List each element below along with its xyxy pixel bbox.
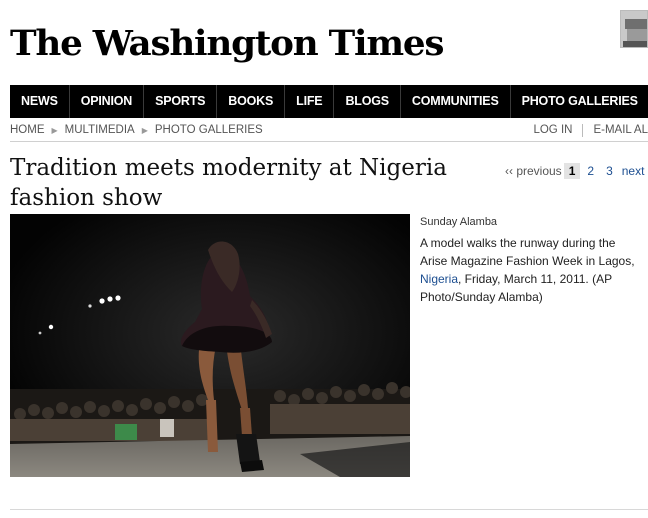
caption-text-before: A model walks the runway during the Aris…: [420, 236, 635, 268]
breadcrumb-photo-galleries[interactable]: PHOTO GALLERIES: [155, 124, 263, 136]
breadcrumb: HOME ▶ MULTIMEDIA ▶ PHOTO GALLERIES: [10, 124, 263, 136]
photo-credit: Sunday Alamba: [420, 216, 498, 228]
nav-item-communities[interactable]: COMMUNITIES: [401, 85, 511, 118]
nav-item-sports[interactable]: SPORTS: [144, 85, 218, 118]
nigeria-link[interactable]: Nigeria: [420, 272, 458, 286]
triangle-right-icon: ▶: [141, 125, 148, 135]
page-link-3[interactable]: 3: [601, 163, 618, 179]
nav-item-books[interactable]: BOOKS: [217, 85, 286, 118]
nav-item-life[interactable]: LIFE: [285, 85, 335, 118]
caption-text: A model walks the runway during the Aris…: [420, 234, 645, 306]
nav-item-blogs[interactable]: BLOGS: [334, 85, 401, 118]
nav-item-photo-galleries[interactable]: PHOTO GALLERIES: [511, 85, 648, 118]
triangle-right-icon: ▶: [51, 125, 58, 135]
masthead: The Washington Times: [10, 14, 444, 74]
site-logo[interactable]: The Washington Times: [10, 14, 444, 74]
breadcrumb-home[interactable]: HOME: [10, 124, 45, 136]
gallery-photo[interactable]: [10, 214, 410, 477]
main-nav: NEWS OPINION SPORTS BOOKS LIFE BLOGS COM…: [10, 85, 648, 118]
page-link-2[interactable]: 2: [582, 163, 599, 179]
nav-item-opinion[interactable]: OPINION: [70, 85, 145, 118]
account-links: LOG IN E-MAIL AL: [533, 124, 648, 137]
page-title: Tradition meets modernity at Nigeria fas…: [10, 155, 447, 211]
next-link[interactable]: next ››: [622, 164, 648, 178]
photo-caption: Sunday Alamba A model walks the runway d…: [420, 216, 645, 306]
breadcrumb-multimedia[interactable]: MULTIMEDIA: [65, 124, 135, 136]
runway-photo-illustration: [10, 214, 410, 477]
nav-item-news[interactable]: NEWS: [10, 85, 70, 118]
divider: [10, 509, 648, 510]
tower-thumbnail-image[interactable]: [620, 10, 648, 48]
email-alerts-link[interactable]: E-MAIL AL: [593, 124, 648, 137]
breadcrumb-bar: HOME ▶ MULTIMEDIA ▶ PHOTO GALLERIES LOG …: [10, 120, 648, 142]
account-divider: [582, 124, 584, 137]
gallery-pager: ‹‹ previous 1 2 3 next ››: [505, 163, 648, 179]
page-link-1[interactable]: 1: [563, 163, 581, 179]
login-link[interactable]: LOG IN: [533, 124, 572, 137]
previous-link[interactable]: ‹‹ previous: [505, 164, 562, 178]
